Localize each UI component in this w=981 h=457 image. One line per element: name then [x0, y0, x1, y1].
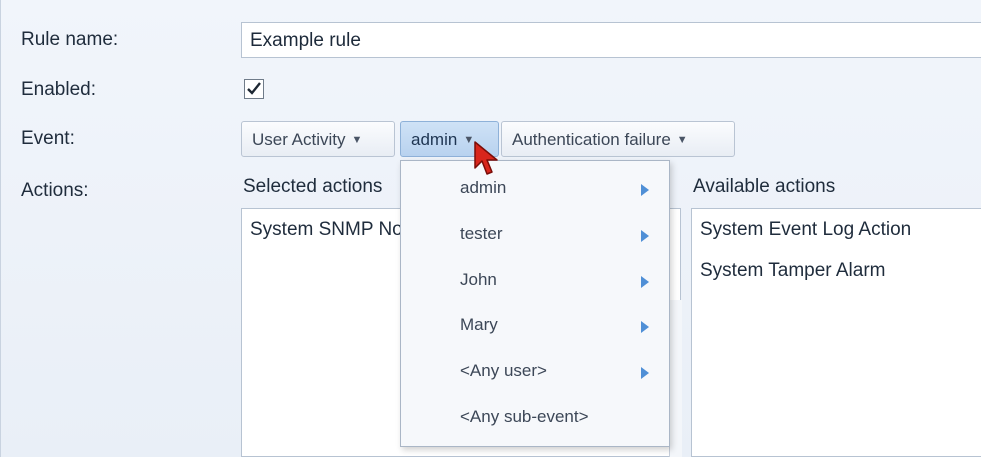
event-subevent-label: Authentication failure [512, 130, 671, 149]
rule-editor-panel: Rule name: Example rule Enabled: Event: … [0, 0, 981, 457]
event-category-label: User Activity [252, 130, 346, 149]
available-actions-list[interactable]: System Event Log Action System Tamper Al… [691, 208, 981, 457]
menu-item-admin[interactable]: admin [401, 168, 669, 212]
list-item[interactable]: System Event Log Action [700, 219, 911, 241]
menu-item-tester[interactable]: tester [401, 214, 669, 258]
menu-item-label: <Any sub-event> [460, 407, 589, 426]
event-label: Event: [21, 128, 75, 149]
user-dropdown-menu: admin tester John Mary <Any user> <Any s… [400, 160, 670, 447]
enabled-checkbox[interactable] [244, 79, 264, 99]
menu-item-john[interactable]: John [401, 260, 669, 304]
menu-item-any-user[interactable]: <Any user> [401, 351, 669, 395]
menu-item-label: <Any user> [460, 361, 547, 380]
rule-name-input[interactable]: Example rule [241, 22, 981, 58]
caret-down-icon: ▼ [676, 134, 688, 146]
event-user-label: admin [411, 130, 458, 149]
list-item[interactable]: System Tamper Alarm [700, 260, 885, 282]
selected-actions-header: Selected actions [243, 176, 383, 197]
event-subevent-dropdown[interactable]: Authentication failure ▼ [501, 121, 735, 157]
actions-label: Actions: [21, 180, 89, 201]
menu-item-label: John [460, 270, 497, 289]
enabled-label: Enabled: [21, 79, 97, 100]
menu-item-label: tester [460, 224, 503, 243]
triangle-right-icon [641, 367, 649, 379]
available-actions-header: Available actions [693, 176, 836, 197]
triangle-right-icon [641, 230, 649, 242]
menu-item-label: Mary [460, 315, 498, 334]
caret-down-icon: ▼ [351, 134, 363, 146]
rule-name-label: Rule name: [21, 29, 119, 50]
mouse-pointer-icon [474, 141, 498, 175]
triangle-right-icon [641, 276, 649, 288]
menu-item-label: admin [460, 178, 507, 197]
menu-item-mary[interactable]: Mary [401, 305, 669, 349]
check-icon [247, 82, 261, 95]
scrollbar[interactable] [669, 300, 682, 457]
triangle-right-icon [641, 321, 649, 333]
menu-item-any-sub-event[interactable]: <Any sub-event> [401, 397, 669, 441]
triangle-right-icon [641, 184, 649, 196]
event-category-dropdown[interactable]: User Activity ▼ [241, 121, 395, 157]
